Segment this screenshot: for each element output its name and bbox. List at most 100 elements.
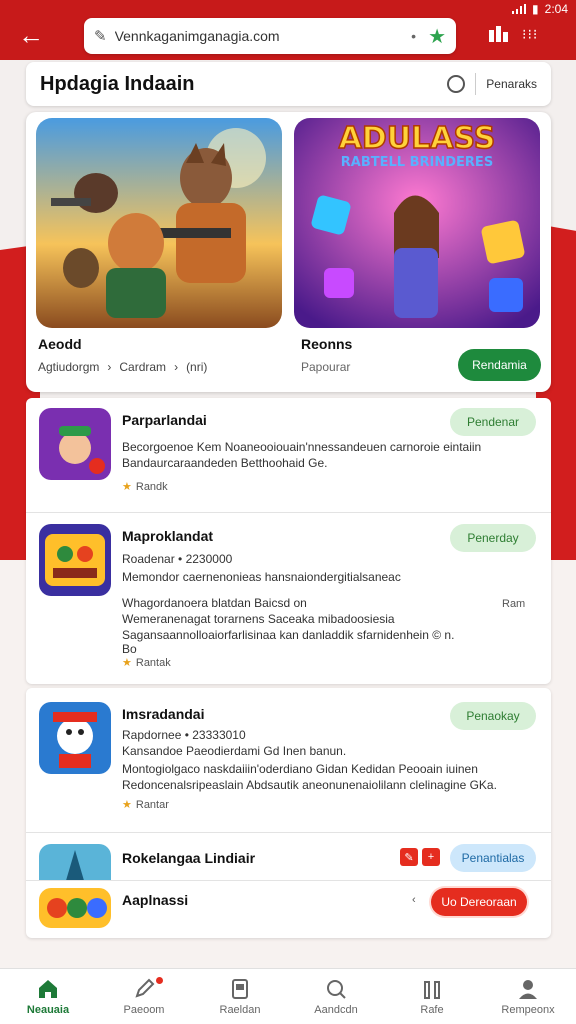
app-title: Maproklandat	[122, 528, 214, 544]
nav-label: Neauaia	[26, 1003, 70, 1016]
nav-bookmark[interactable]: Raeldan	[192, 969, 288, 1024]
radio-toggle[interactable]	[447, 75, 466, 93]
featured-name-left[interactable]: Aeodd	[38, 336, 82, 352]
nav-label: Aandcdn	[314, 1003, 358, 1016]
nav-label: Rafe	[420, 1003, 444, 1016]
search-icon	[327, 979, 346, 999]
app-title: Aaplnassi	[122, 892, 189, 908]
rating-label: Rantar	[135, 799, 169, 811]
more-icon[interactable]: •	[411, 28, 416, 44]
app-icon	[39, 524, 111, 596]
notification-dot	[156, 977, 163, 984]
app-action-button[interactable]: Penerday	[450, 524, 536, 552]
star-icon: ★	[122, 799, 132, 811]
featured-meta-left: Agtiudorgm › Cardram › (nri)	[38, 360, 207, 374]
signal-icon	[512, 4, 527, 14]
app-rating: ★ Rantar	[122, 798, 169, 811]
app-title: Imsradandai	[122, 706, 205, 722]
divider	[26, 880, 551, 881]
nav-rate[interactable]: Rafe	[384, 969, 480, 1024]
app-description: Redoncenalsripeaslain Abdsautik aneonune…	[122, 778, 497, 792]
featured-image-left[interactable]	[36, 118, 282, 328]
app-meta: Roadenar • 2230000	[122, 552, 233, 566]
list-item[interactable]: Parparlandai Becorgoenoe Kem Noaneooioua…	[26, 398, 551, 510]
battery-icon: ▮	[532, 2, 539, 16]
app-icon	[39, 844, 111, 880]
app-description: Bandaurcaraandeden Betthoohaid Ge.	[122, 456, 328, 470]
featured-action-button[interactable]: Rendamia	[458, 349, 541, 381]
star-icon: ★	[122, 481, 132, 493]
star-icon: ★	[122, 657, 132, 669]
nav-label: Paeoom	[123, 1003, 165, 1016]
nav-profile[interactable]: Rempeonx	[480, 969, 576, 1024]
art-title: ADULASS	[339, 121, 496, 156]
divider	[475, 73, 477, 95]
app-rating: ★ Rantak	[122, 656, 171, 669]
meta-item: Cardram	[119, 360, 167, 374]
app-rating: ★ Randk	[122, 480, 168, 493]
badge-icon: ✎	[400, 848, 418, 866]
install-button[interactable]: Uo Dereoraan	[431, 888, 527, 916]
app-description: Kansandoe Paeodierdami Gd Inen banun.	[122, 744, 347, 758]
bookmark-icon	[232, 978, 248, 999]
status-time: 2:04	[544, 2, 568, 16]
app-action-button[interactable]: Penantialas	[450, 844, 536, 872]
list-item[interactable]: Rokelangaa Lindiair ✎ + Penantialas	[26, 834, 551, 880]
list-item[interactable]: Aaplnassi ‹ Uo Dereoraan	[26, 882, 551, 934]
app-title: Rokelangaa Lindiair	[122, 850, 256, 866]
star-icon[interactable]: ★	[428, 24, 446, 49]
bars-icon	[424, 980, 440, 999]
art-subtitle: RABTELL BRINDERES	[341, 155, 493, 170]
chevron-right-icon: ›	[174, 360, 179, 374]
app-action-button[interactable]: Penaokay	[450, 702, 536, 730]
divider	[26, 832, 551, 833]
app-description: Montogiolgaco naskdaiiin'oderdiano Gidan…	[122, 762, 478, 776]
chevron-right-icon: ›	[107, 360, 112, 374]
animal-warriors-art	[36, 118, 282, 328]
app-action-button[interactable]: Pendenar	[450, 408, 536, 436]
chevron-left-icon[interactable]: ‹	[412, 894, 416, 906]
app-description: Becorgoenoe Kem Noaneooiouain'nnessandeu…	[122, 440, 482, 454]
featured-image-right[interactable]: ADULASS RABTELL BRINDERES	[294, 118, 540, 328]
app-meta: Rapdornee • 23333010	[122, 728, 246, 742]
nav-edit[interactable]: Paeoom	[96, 969, 192, 1024]
meta-item: Agtiudorgm	[38, 360, 100, 374]
address-bar[interactable]: ✎ Vennkaganimganagia.com • ★	[84, 18, 456, 54]
chart-icon[interactable]	[488, 24, 510, 44]
puzzle-hero-art: ADULASS RABTELL BRINDERES	[294, 118, 540, 328]
person-icon	[519, 979, 537, 999]
featured-card: ADULASS RABTELL BRINDERES Aeodd Agtiudor…	[26, 112, 551, 392]
rating-label: Rantak	[135, 657, 171, 669]
back-arrow-icon[interactable]: ←	[18, 20, 48, 50]
edit-icon	[135, 978, 155, 998]
nav-label: Rempeonx	[501, 1003, 555, 1016]
app-title: Parparlandai	[122, 412, 207, 428]
bottom-navigation: Neauaia Paeoom Raeldan Aandcdn Rafe Remp…	[0, 968, 576, 1024]
plus-badge-icon: +	[422, 848, 440, 866]
grid-menu-icon[interactable]: ⁝⁝⁝	[522, 26, 538, 43]
app-icon	[39, 408, 111, 480]
featured-sub-right: Papourar	[301, 360, 351, 374]
app-list-card: Parparlandai Becorgoenoe Kem Noaneooioua…	[26, 398, 551, 684]
nav-home[interactable]: Neauaia	[0, 969, 96, 1024]
app-icon	[39, 702, 111, 774]
tool-icon: ✎	[94, 28, 107, 45]
side-label: Ram	[502, 598, 526, 610]
app-icon	[39, 888, 111, 928]
app-description: Bo	[122, 642, 137, 656]
app-description: Wemeranenagat torarnens Saceaka mibadoos…	[122, 612, 395, 626]
list-item[interactable]: Imsradandai Rapdornee • 23333010 Kansand…	[26, 688, 551, 828]
nav-search[interactable]: Aandcdn	[288, 969, 384, 1024]
divider	[26, 512, 551, 513]
meta-item: (nri)	[186, 360, 208, 374]
section-title: Hpdagia Indaain	[40, 72, 195, 95]
nav-label: Raeldan	[219, 1003, 261, 1016]
status-bar: ▮ 2:04	[512, 2, 568, 16]
section-header: Hpdagia Indaain Penaraks	[26, 62, 551, 106]
featured-name-right[interactable]: Reonns	[301, 336, 352, 352]
app-description: Memondor caernenonieas hansnaiondergitia…	[122, 570, 401, 584]
url-text[interactable]: Vennkaganimganagia.com	[115, 28, 412, 44]
list-item[interactable]: Maproklandat Roadenar • 2230000 Memondor…	[26, 514, 551, 684]
app-list-card: Imsradandai Rapdornee • 23333010 Kansand…	[26, 688, 551, 938]
header-link[interactable]: Penaraks	[486, 77, 537, 91]
